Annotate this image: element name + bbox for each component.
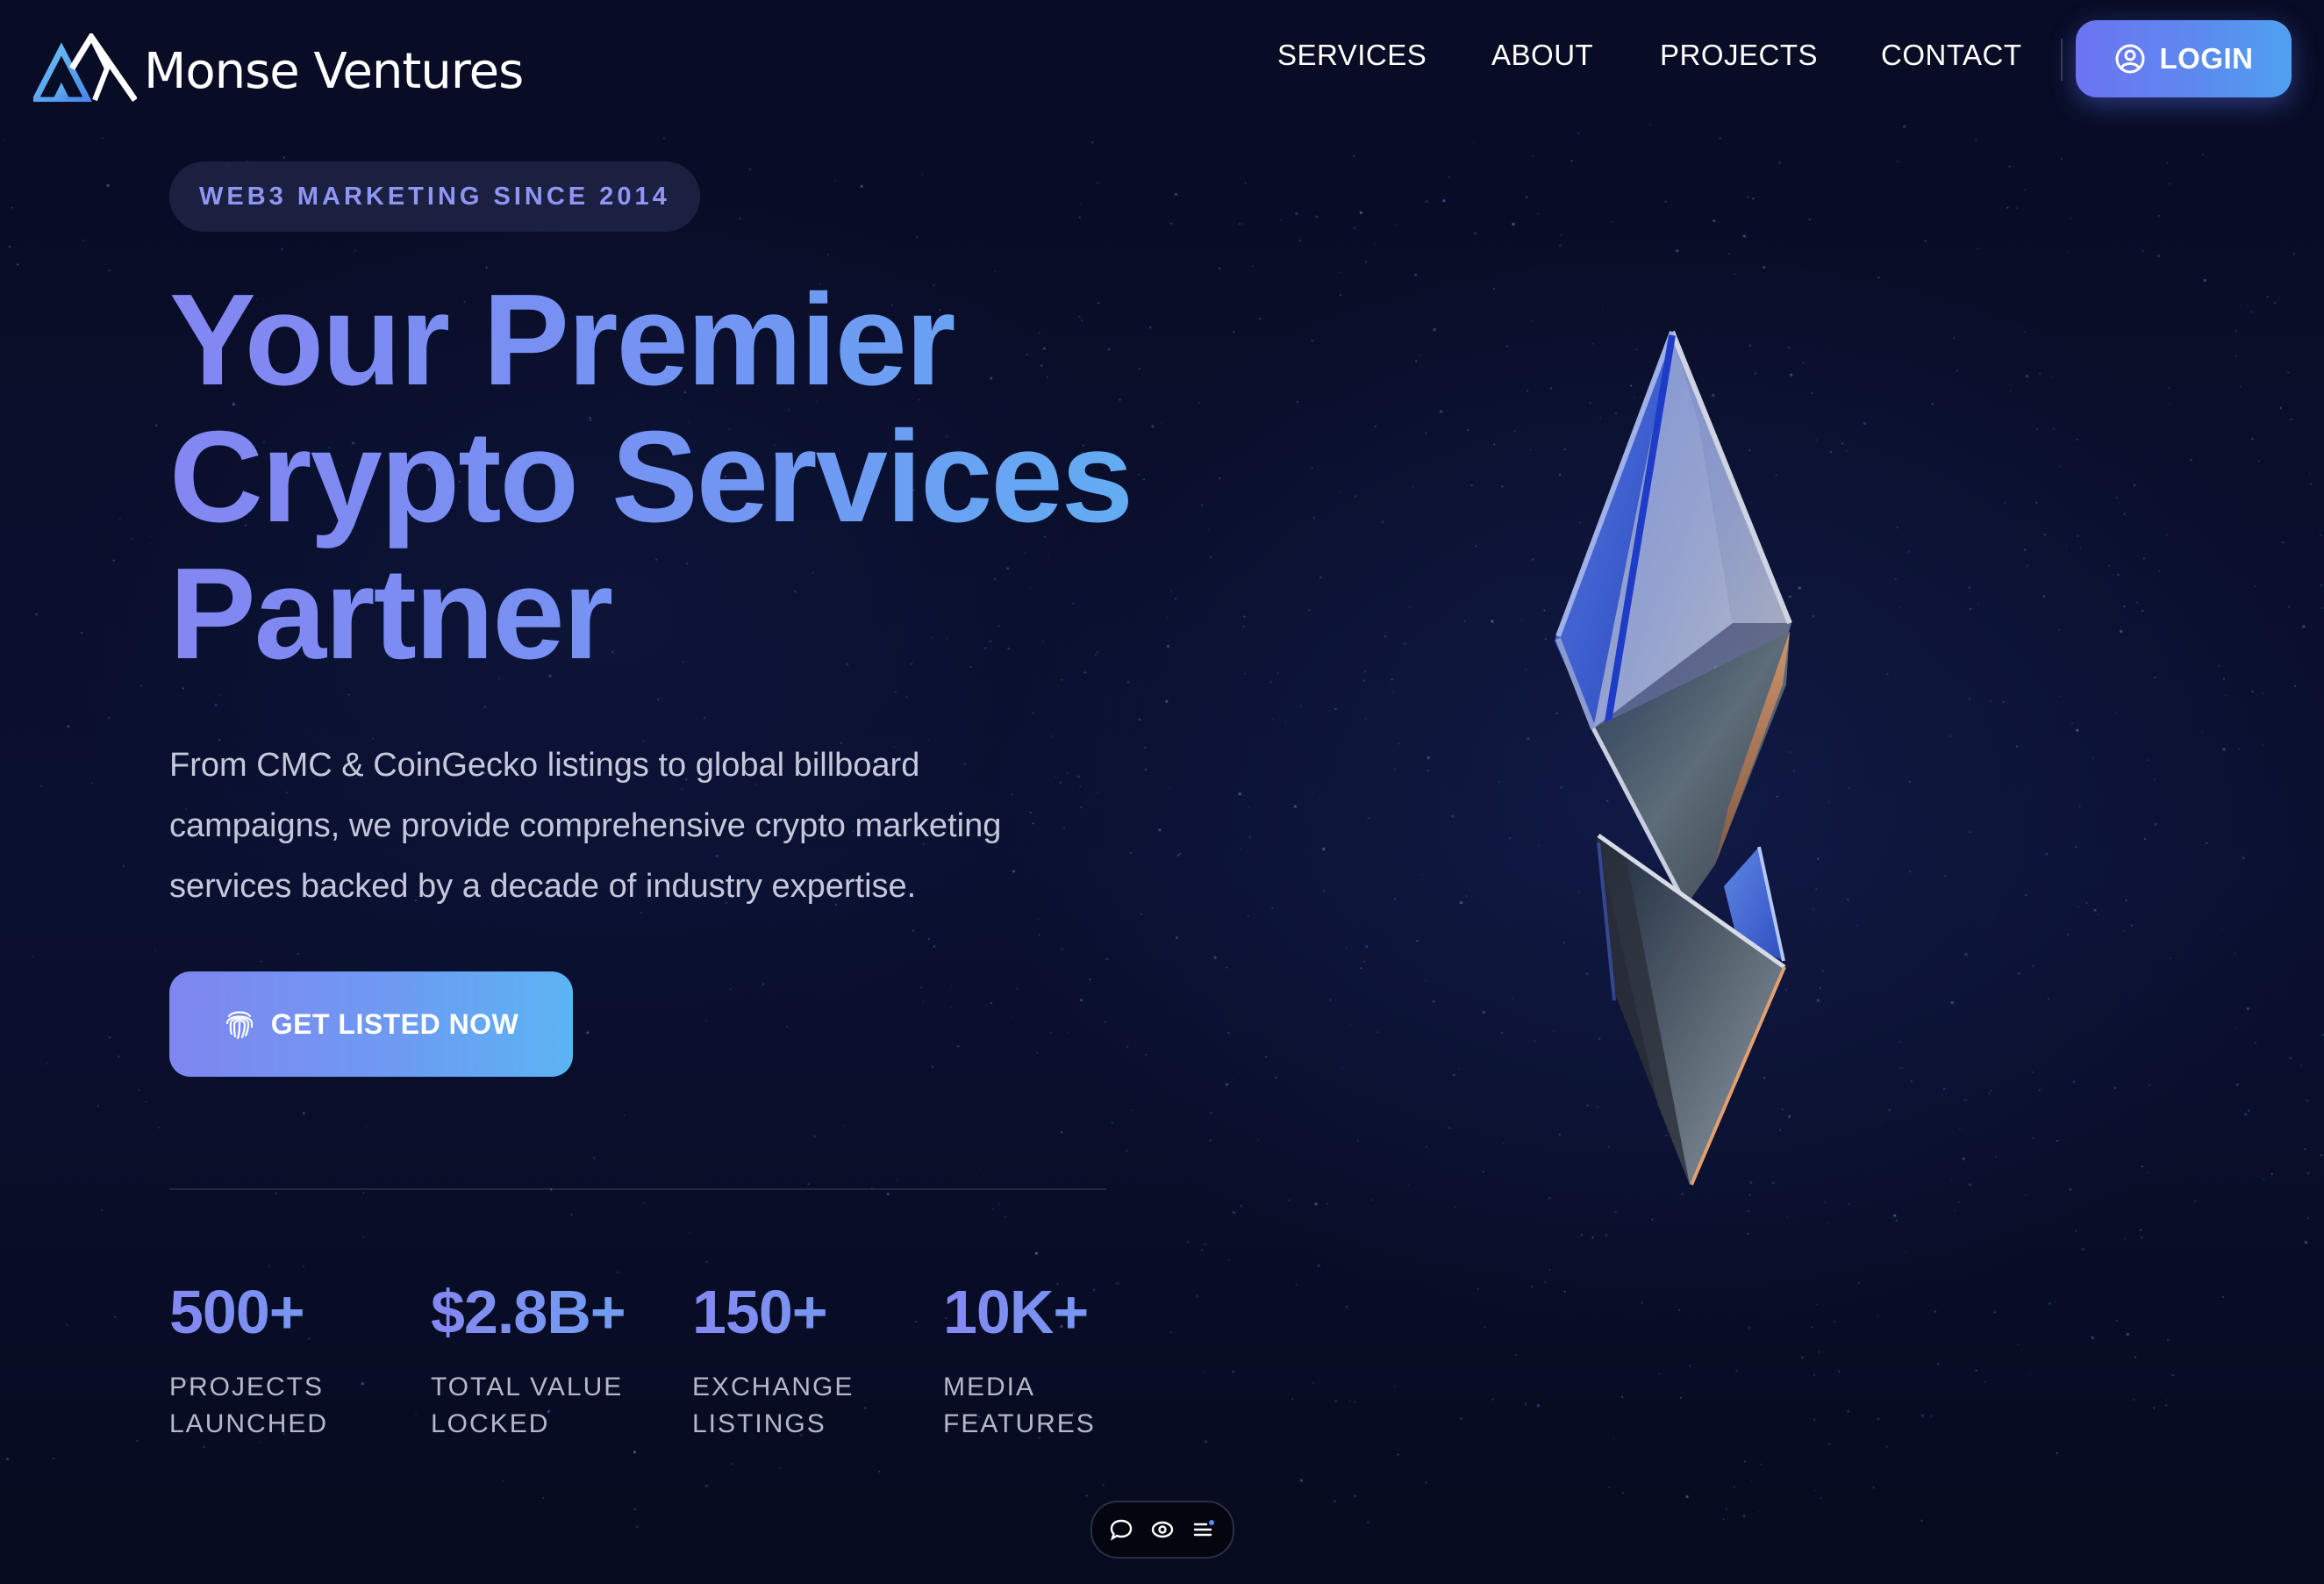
hero-title-line-1: Your Premier xyxy=(169,268,955,412)
mountain-logo-icon xyxy=(33,33,137,102)
nav-divider xyxy=(2061,39,2063,81)
stat-value: 10K+ xyxy=(943,1272,1189,1351)
nav-link-about[interactable]: ABOUT xyxy=(1491,39,1593,72)
login-label: LOGIN xyxy=(2159,42,2254,75)
stat-value: 500+ xyxy=(169,1272,415,1351)
brand-logo[interactable]: Monse Ventures xyxy=(33,19,524,116)
stats-divider xyxy=(169,1188,1106,1190)
chat-icon[interactable] xyxy=(1109,1517,1133,1542)
stat-value: $2.8B+ xyxy=(431,1272,676,1351)
get-listed-label: GET LISTED NOW xyxy=(270,1007,519,1040)
nav-link-contact[interactable]: CONTACT xyxy=(1881,39,2022,72)
stat-label: TOTAL VALUE LOCKED xyxy=(431,1373,624,1438)
nav-link-services[interactable]: SERVICES xyxy=(1277,39,1427,72)
hero-title-line-2: Crypto Services xyxy=(169,405,1132,549)
stat-tvl: $2.8B+ TOTAL VALUE LOCKED xyxy=(431,1272,676,1443)
hero-title: Your Premier Crypto Services Partner xyxy=(169,272,1222,683)
stat-label: PROJECTS LAUNCHED xyxy=(169,1373,329,1438)
hero-badge: WEB3 MARKETING SINCE 2014 xyxy=(169,161,700,232)
get-listed-button[interactable]: GET LISTED NOW xyxy=(169,971,573,1077)
nav-link-projects[interactable]: PROJECTS xyxy=(1660,39,1818,72)
stat-value: 150+ xyxy=(692,1272,938,1351)
eye-icon[interactable] xyxy=(1150,1517,1175,1542)
stat-media: 10K+ MEDIA FEATURES xyxy=(943,1272,1189,1443)
stat-exchange-listings: 150+ EXCHANGE LISTINGS xyxy=(692,1272,938,1443)
user-circle-icon xyxy=(2114,43,2146,75)
ethereum-3d-illustration xyxy=(1555,330,1792,1186)
fingerprint-icon xyxy=(224,1007,255,1041)
stat-label: EXCHANGE LISTINGS xyxy=(692,1373,855,1438)
hero-description: From CMC & CoinGecko listings to global … xyxy=(169,747,1002,905)
stat-projects: 500+ PROJECTS LAUNCHED xyxy=(169,1272,415,1443)
stat-label: MEDIA FEATURES xyxy=(943,1373,1096,1438)
hero-title-line-3: Partner xyxy=(169,541,612,686)
menu-list-icon[interactable] xyxy=(1191,1517,1216,1542)
login-button[interactable]: LOGIN xyxy=(2076,20,2292,97)
brand-name: Monse Ventures xyxy=(144,42,524,100)
hero-badge-text: WEB3 MARKETING SINCE 2014 xyxy=(199,182,670,211)
floating-toolbar xyxy=(1090,1501,1234,1559)
